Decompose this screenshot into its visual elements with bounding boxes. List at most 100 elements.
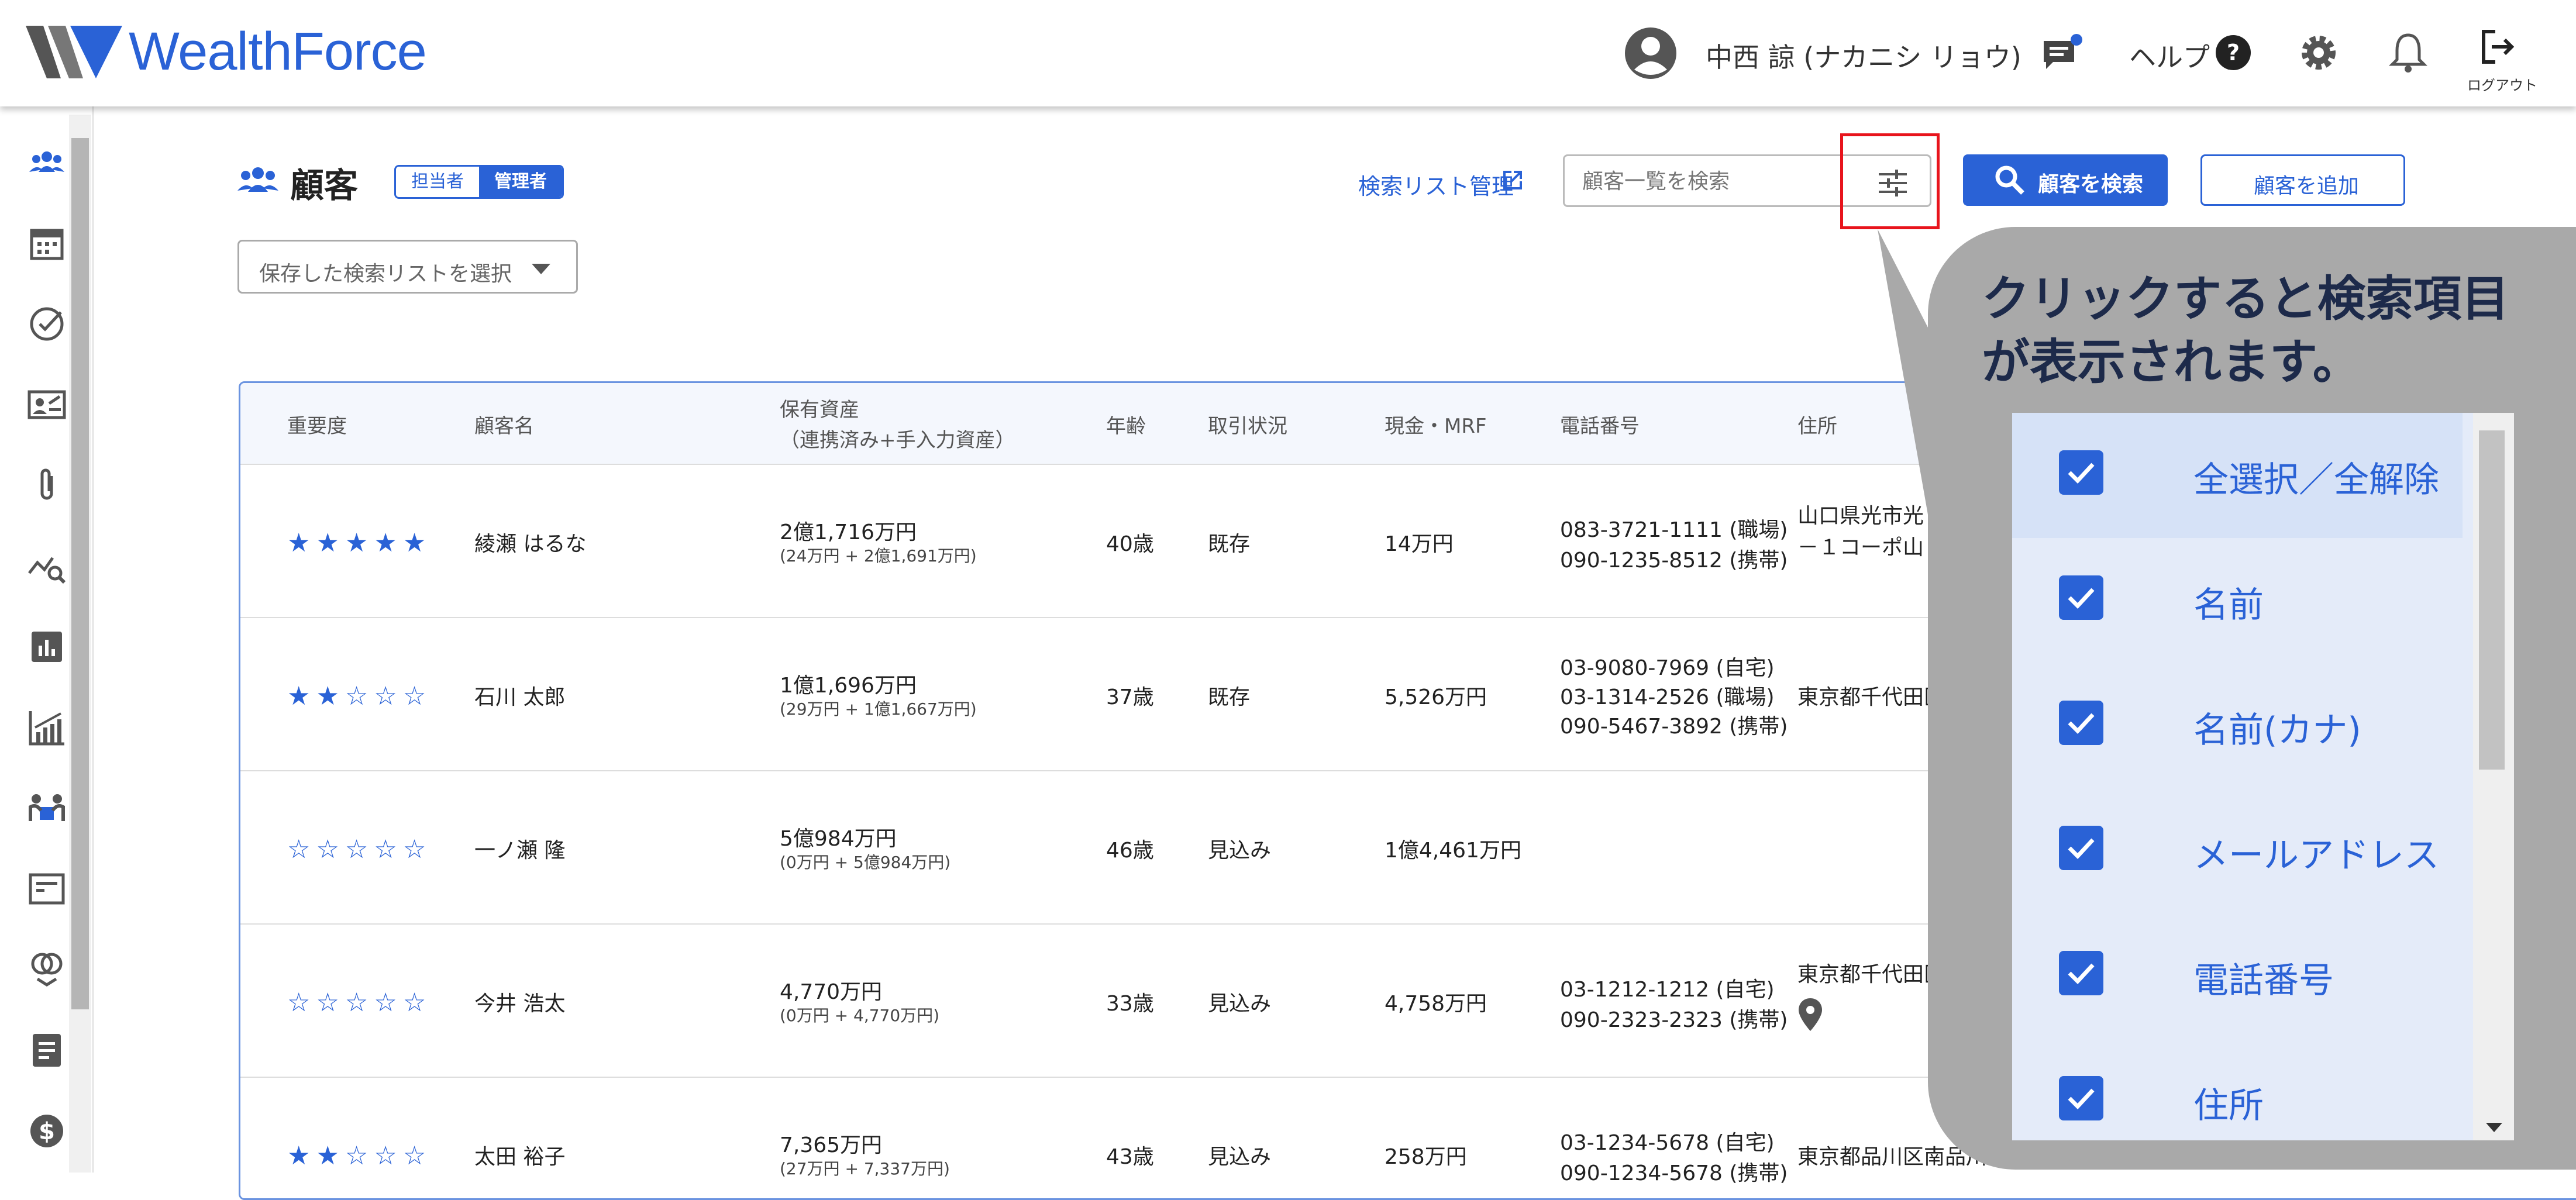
role-toggle-assignee[interactable]: 担当者 [396, 167, 479, 197]
saved-search-list-select[interactable]: 保存した検索リストを選択 [237, 240, 578, 294]
customer-name[interactable]: 今井 浩太 [474, 987, 565, 1017]
chat-icon[interactable] [2041, 34, 2083, 73]
header-status[interactable]: 取引状況 [1208, 410, 1287, 439]
notes-icon[interactable] [26, 1029, 68, 1071]
star-outline-icon[interactable]: ☆ [345, 1143, 368, 1169]
money-icon[interactable]: $ [26, 1110, 68, 1152]
external-link-icon[interactable] [1501, 168, 1524, 192]
star-filled-icon[interactable]: ★ [316, 1143, 339, 1169]
header-customer-name[interactable]: 顧客名 [474, 410, 534, 439]
star-outline-icon[interactable]: ☆ [345, 837, 368, 863]
star-outline-icon[interactable]: ☆ [287, 990, 310, 1016]
checkbox-checked-icon[interactable] [2059, 450, 2103, 495]
header-assets[interactable]: 保有資産 [780, 394, 859, 422]
help-label[interactable]: ヘルプ [2129, 36, 2210, 75]
assets-detail: (27万円 + 7,337万円) [780, 1159, 950, 1178]
header-cash[interactable]: 現金・MRF [1385, 410, 1487, 439]
sidebar-scrollbar[interactable] [69, 115, 91, 1173]
header-age[interactable]: 年齢 [1106, 410, 1146, 439]
customer-name[interactable]: 石川 太郎 [474, 680, 565, 711]
role-toggle-admin[interactable]: 管理者 [479, 167, 562, 197]
star-filled-icon[interactable]: ★ [316, 684, 339, 709]
star-outline-icon[interactable]: ☆ [374, 837, 397, 863]
search-list-management-link[interactable]: 検索リスト管理 [1358, 168, 1514, 201]
customers-icon[interactable] [26, 142, 68, 184]
bell-icon[interactable] [2389, 32, 2427, 74]
search-field-option[interactable]: メールアドレス [2012, 788, 2463, 913]
search-field-option[interactable]: 名前 [2012, 538, 2463, 663]
star-outline-icon[interactable]: ☆ [403, 1143, 426, 1169]
importance-stars[interactable]: ★ ★ ★ ★ ★ [287, 530, 426, 556]
option-label[interactable]: 全選択／全解除 [2193, 451, 2439, 502]
search-field-option[interactable]: 電話番号 [2012, 913, 2463, 1039]
option-label[interactable]: メールアドレス [2193, 827, 2439, 878]
analysis-icon[interactable] [26, 545, 68, 587]
report-chart-icon[interactable] [26, 626, 68, 668]
importance-stars[interactable]: ★ ★ ☆ ☆ ☆ [287, 1143, 426, 1169]
task-check-icon[interactable] [26, 303, 68, 345]
option-label[interactable]: 電話番号 [2193, 952, 2334, 1003]
star-filled-icon[interactable]: ★ [345, 530, 368, 556]
calendar-icon[interactable] [26, 222, 68, 264]
star-outline-icon[interactable]: ☆ [403, 837, 426, 863]
star-outline-icon[interactable]: ☆ [316, 990, 339, 1016]
search-field-option[interactable]: 全選択／全解除 [2012, 413, 2463, 538]
growth-chart-icon[interactable] [26, 706, 68, 749]
importance-stars[interactable]: ★ ★ ☆ ☆ ☆ [287, 684, 426, 709]
customer-name[interactable]: 太田 裕子 [474, 1140, 565, 1170]
user-avatar-icon[interactable] [1624, 26, 1678, 80]
customer-name[interactable]: 綾瀬 はるな [474, 527, 586, 557]
star-outline-icon[interactable]: ☆ [374, 684, 397, 709]
option-label[interactable]: 住所 [2193, 1077, 2264, 1128]
document-icon[interactable] [26, 868, 68, 910]
search-field-option[interactable]: 名前(カナ) [2012, 663, 2463, 788]
checkbox-checked-icon[interactable] [2059, 951, 2103, 995]
user-name[interactable]: 中西 諒 (ナカニシ リョウ) [1706, 36, 2021, 75]
search-field-option[interactable]: 住所 [2012, 1039, 2463, 1164]
importance-stars[interactable]: ☆ ☆ ☆ ☆ ☆ [287, 990, 426, 1016]
panel-scrollbar[interactable] [2473, 413, 2514, 1140]
contact-card-icon[interactable] [26, 384, 68, 426]
star-filled-icon[interactable]: ★ [287, 684, 310, 709]
star-filled-icon[interactable]: ★ [287, 530, 310, 556]
logout-icon[interactable] [2480, 28, 2515, 65]
checkbox-checked-icon[interactable] [2059, 575, 2103, 620]
logout-label[interactable]: ログアウト [2467, 74, 2537, 94]
role-toggle[interactable]: 担当者 管理者 [394, 165, 564, 199]
star-outline-icon[interactable]: ☆ [345, 684, 368, 709]
header-address[interactable]: 住所 [1797, 410, 1837, 439]
star-outline-icon[interactable]: ☆ [374, 990, 397, 1016]
star-outline-icon[interactable]: ☆ [287, 837, 310, 863]
header-importance[interactable]: 重要度 [287, 410, 347, 439]
header-phone[interactable]: 電話番号 [1560, 410, 1640, 439]
star-outline-icon[interactable]: ☆ [403, 684, 426, 709]
help-icon[interactable]: ? [2215, 34, 2252, 71]
checkbox-checked-icon[interactable] [2059, 701, 2103, 745]
star-filled-icon[interactable]: ★ [316, 530, 339, 556]
map-pin-icon[interactable] [1797, 997, 1823, 1032]
sidebar-scroll-thumb[interactable] [71, 138, 89, 1009]
rings-icon[interactable] [26, 949, 68, 991]
customer-search-input[interactable] [1582, 167, 1851, 196]
meeting-icon[interactable] [26, 787, 68, 829]
search-customer-button[interactable]: 顧客を検索 [1963, 154, 2168, 206]
attachment-icon[interactable] [26, 464, 68, 506]
address-line: 山口県光市光 [1797, 504, 1924, 528]
checkbox-checked-icon[interactable] [2059, 826, 2103, 870]
option-label[interactable]: 名前 [2193, 577, 2264, 627]
checkbox-checked-icon[interactable] [2059, 1076, 2103, 1120]
star-outline-icon[interactable]: ☆ [316, 837, 339, 863]
star-outline-icon[interactable]: ☆ [345, 990, 368, 1016]
option-label[interactable]: 名前(カナ) [2193, 702, 2361, 753]
scroll-down-arrow-icon[interactable] [2486, 1123, 2502, 1132]
panel-scroll-thumb[interactable] [2479, 430, 2505, 770]
gear-icon[interactable] [2299, 33, 2339, 73]
star-outline-icon[interactable]: ☆ [374, 1143, 397, 1169]
importance-stars[interactable]: ☆ ☆ ☆ ☆ ☆ [287, 837, 426, 863]
star-outline-icon[interactable]: ☆ [403, 990, 426, 1016]
star-filled-icon[interactable]: ★ [403, 530, 426, 556]
customer-name[interactable]: 一ノ瀬 隆 [474, 833, 565, 864]
star-filled-icon[interactable]: ★ [374, 530, 397, 556]
star-filled-icon[interactable]: ★ [287, 1143, 310, 1169]
add-customer-button[interactable]: 顧客を追加 [2200, 154, 2405, 206]
